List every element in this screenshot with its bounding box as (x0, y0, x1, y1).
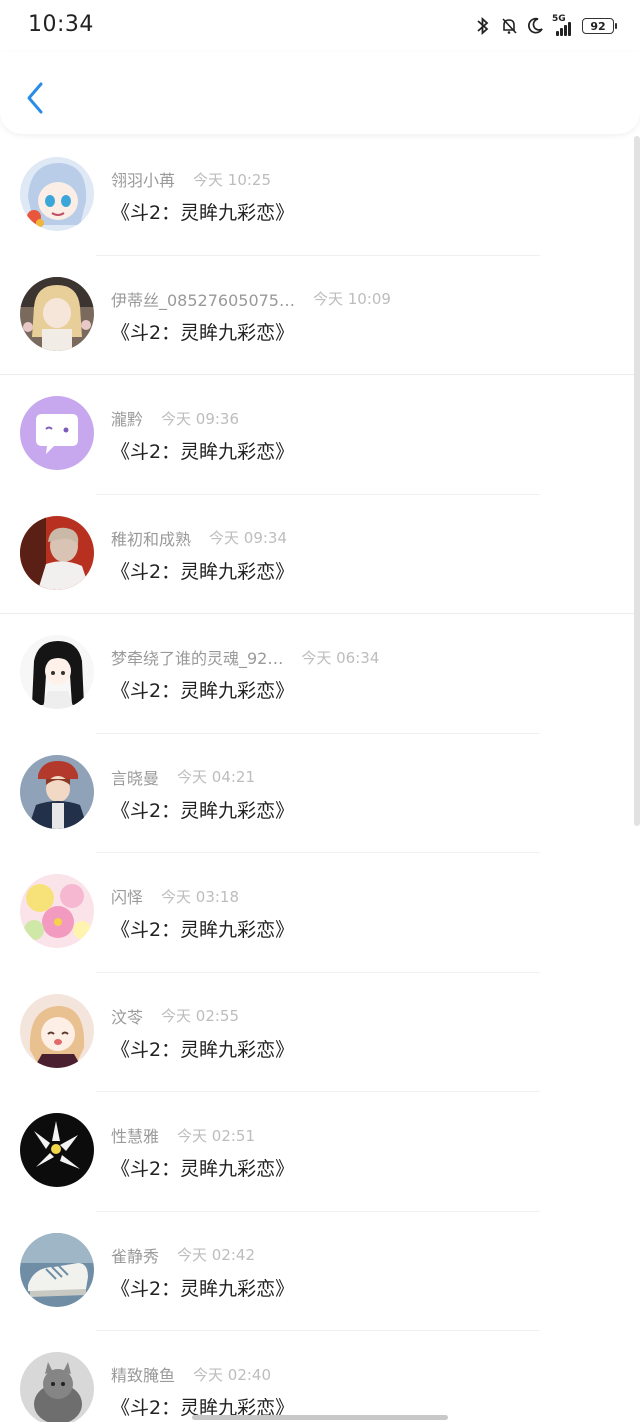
message-meta: 瀧黔 今天 09:36 (111, 407, 431, 430)
avatar[interactable] (20, 515, 94, 590)
list-item[interactable]: 汶苓 今天 02:55 《斗2：灵眸九彩恋》 (0, 973, 640, 1092)
scrollbar[interactable] (634, 136, 640, 826)
list-item[interactable]: 精致腌鱼 今天 02:40 《斗2：灵眸九彩恋》 (0, 1331, 640, 1422)
avatar[interactable] (20, 396, 94, 470)
sender-name: 伊蒂丝_08527605075… (111, 290, 295, 310)
message-time: 今天 02:51 (177, 1126, 256, 1145)
bluetooth-icon (474, 16, 492, 36)
avatar[interactable] (20, 754, 94, 829)
moon-icon (526, 16, 544, 36)
sender-name: 精致腌鱼 (111, 1366, 176, 1385)
sender-name: 稚初和成熟 (111, 529, 192, 549)
avatar[interactable] (20, 276, 94, 351)
list-item[interactable]: 伊蒂丝_08527605075… 今天 10:09 《斗2：灵眸九彩恋》 (0, 256, 640, 375)
message-time: 今天 02:42 (177, 1246, 256, 1264)
message-time: 今天 09:34 (209, 529, 288, 547)
status-icons: 5G 92 (474, 14, 617, 38)
sender-name: 瀧黔 (111, 410, 144, 429)
message-list-screen: 10:34 5G 92 翎羽小苒 今天 10:25 《斗2：灵眸九彩恋》 伊蒂丝… (0, 0, 640, 1422)
message-text: 《斗2：灵眸九彩恋》 (111, 919, 295, 941)
sender-name: 雀静秀 (111, 1246, 160, 1266)
avatar[interactable] (20, 874, 94, 948)
message-text: 《斗2：灵眸九彩恋》 (111, 799, 295, 822)
message-meta: 翎羽小苒 今天 10:25 (111, 168, 431, 191)
signal-icon: 5G (552, 14, 574, 36)
message-list[interactable]: 翎羽小苒 今天 10:25 《斗2：灵眸九彩恋》 伊蒂丝_08527605075… (0, 136, 640, 1422)
avatar[interactable] (20, 1352, 94, 1422)
status-bar: 10:34 5G 92 (0, 0, 640, 52)
message-time: 今天 02:40 (193, 1365, 272, 1384)
message-time: 今天 03:18 (161, 887, 240, 906)
sender-name: 性慧雅 (111, 1127, 160, 1146)
back-button[interactable] (18, 78, 52, 118)
avatar[interactable] (20, 1232, 94, 1307)
message-meta: 稚初和成熟 今天 09:34 (111, 527, 431, 549)
message-time: 今天 10:09 (312, 290, 391, 308)
battery-level: 92 (590, 19, 606, 33)
sender-name: 梦牵绕了谁的灵魂_92… (111, 649, 284, 668)
message-time: 今天 10:25 (193, 170, 272, 189)
message-time: 今天 09:36 (161, 409, 240, 428)
message-text: 《斗2：灵眸九彩恋》 (111, 680, 295, 702)
message-text: 《斗2：灵眸九彩恋》 (111, 202, 295, 224)
mute-icon (500, 16, 518, 36)
top-nav-bar (0, 52, 640, 134)
sender-name: 汶苓 (111, 1007, 144, 1027)
message-text: 《斗2：灵眸九彩恋》 (111, 1277, 295, 1300)
sender-name: 翎羽小苒 (111, 171, 176, 190)
avatar[interactable] (20, 1113, 94, 1187)
sender-name: 闪怿 (111, 888, 144, 907)
network-type: 5G (552, 14, 566, 24)
avatar[interactable] (20, 157, 94, 231)
message-text: 《斗2：灵眸九彩恋》 (111, 441, 295, 463)
message-meta: 性慧雅 今天 02:51 (111, 1124, 431, 1147)
message-meta: 伊蒂丝_08527605075… 今天 10:09 (111, 288, 431, 310)
message-meta: 精致腌鱼 今天 02:40 (111, 1363, 431, 1386)
message-text: 《斗2：灵眸九彩恋》 (111, 1158, 295, 1180)
sender-name: 言晓曼 (111, 768, 160, 788)
message-meta: 闪怿 今天 03:18 (111, 885, 431, 908)
message-text: 《斗2：灵眸九彩恋》 (111, 1038, 295, 1061)
list-item[interactable]: 翎羽小苒 今天 10:25 《斗2：灵眸九彩恋》 (0, 136, 640, 256)
avatar[interactable] (20, 993, 94, 1068)
list-item[interactable]: 言晓曼 今天 04:21 《斗2：灵眸九彩恋》 (0, 734, 640, 853)
message-meta: 雀静秀 今天 02:42 (111, 1244, 431, 1266)
list-item[interactable]: 闪怿 今天 03:18 《斗2：灵眸九彩恋》 (0, 853, 640, 973)
message-text: 《斗2：灵眸九彩恋》 (111, 321, 295, 344)
battery-icon: 92 (582, 18, 617, 34)
list-item[interactable]: 雀静秀 今天 02:42 《斗2：灵眸九彩恋》 (0, 1212, 640, 1331)
message-meta: 汶苓 今天 02:55 (111, 1005, 431, 1027)
message-time: 今天 02:55 (161, 1007, 240, 1025)
home-indicator[interactable] (192, 1415, 448, 1420)
list-item[interactable]: 稚初和成熟 今天 09:34 《斗2：灵眸九彩恋》 (0, 495, 640, 614)
message-time: 今天 06:34 (301, 648, 380, 667)
message-meta: 梦牵绕了谁的灵魂_92… 今天 06:34 (111, 646, 431, 669)
list-item[interactable]: 性慧雅 今天 02:51 《斗2：灵眸九彩恋》 (0, 1092, 640, 1212)
message-meta: 言晓曼 今天 04:21 (111, 766, 431, 788)
list-item[interactable]: 瀧黔 今天 09:36 《斗2：灵眸九彩恋》 (0, 375, 640, 495)
back-chevron-icon (27, 82, 43, 114)
message-text: 《斗2：灵眸九彩恋》 (111, 560, 295, 583)
list-item[interactable]: 梦牵绕了谁的灵魂_92… 今天 06:34 《斗2：灵眸九彩恋》 (0, 614, 640, 734)
status-time: 10:34 (28, 12, 94, 37)
message-time: 今天 04:21 (177, 768, 256, 786)
avatar[interactable] (20, 635, 94, 709)
